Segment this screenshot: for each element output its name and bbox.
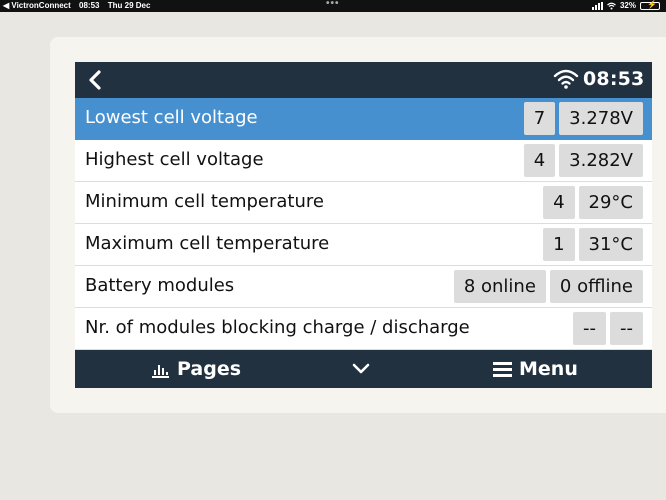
menu-label: Menu bbox=[519, 358, 578, 380]
list-item[interactable]: Lowest cell voltage 7 3.278V bbox=[75, 98, 652, 140]
row-value: -- bbox=[573, 312, 606, 345]
row-value: 29°C bbox=[578, 186, 643, 219]
multitasking-dots-icon[interactable]: ••• bbox=[326, 0, 340, 9]
row-label: Lowest cell voltage bbox=[85, 107, 258, 128]
settings-list: Lowest cell voltage 7 3.278V Highest cel… bbox=[75, 98, 652, 350]
wifi-icon bbox=[553, 69, 579, 89]
row-value: 31°C bbox=[578, 228, 643, 261]
menu-button[interactable]: Menu bbox=[493, 350, 578, 388]
row-value: 8 online bbox=[453, 270, 546, 303]
gx-device-screen: 08:53 Lowest cell voltage 7 3.278V Highe… bbox=[75, 62, 652, 388]
row-value: 7 bbox=[523, 102, 556, 135]
bar-chart-icon bbox=[152, 364, 169, 378]
charging-bolt-icon: ⚡ bbox=[647, 0, 657, 9]
pages-button[interactable]: Pages bbox=[151, 350, 241, 388]
back-to-app-link[interactable]: ◀ VictronConnect bbox=[3, 1, 71, 10]
header-clock: 08:53 bbox=[583, 68, 645, 90]
status-left: ◀ VictronConnect 08:53 Thu 29 Dec bbox=[3, 1, 156, 10]
scroll-down-button[interactable] bbox=[352, 350, 370, 388]
back-chevron-icon[interactable] bbox=[87, 70, 103, 90]
row-label: Nr. of modules blocking charge / dischar… bbox=[85, 317, 470, 338]
row-label: Minimum cell temperature bbox=[85, 191, 324, 212]
status-date: Thu 29 Dec bbox=[107, 1, 151, 10]
row-label: Highest cell voltage bbox=[85, 149, 264, 170]
list-item[interactable]: Maximum cell temperature 1 31°C bbox=[75, 224, 652, 266]
row-value: 1 bbox=[543, 228, 575, 261]
row-label: Maximum cell temperature bbox=[85, 233, 330, 254]
pages-label: Pages bbox=[177, 358, 242, 380]
row-value: 0 offline bbox=[549, 270, 643, 303]
screen-header: 08:53 bbox=[75, 62, 652, 98]
status-time: 08:53 bbox=[79, 1, 100, 10]
row-value: 3.282V bbox=[559, 144, 643, 177]
battery-percent: 32% bbox=[619, 1, 636, 10]
list-item[interactable]: Battery modules 8 online 0 offline bbox=[75, 266, 652, 308]
ios-status-bar: ◀ VictronConnect 08:53 Thu 29 Dec ••• 32… bbox=[0, 0, 666, 12]
battery-icon: ⚡ bbox=[640, 0, 660, 10]
list-item[interactable]: Highest cell voltage 4 3.282V bbox=[75, 140, 652, 182]
status-right: 32% ⚡ bbox=[591, 0, 660, 10]
screen-footer: Pages Menu bbox=[75, 350, 652, 388]
chevron-down-icon bbox=[352, 363, 370, 374]
row-value: 4 bbox=[543, 186, 575, 219]
row-value: 3.278V bbox=[559, 102, 643, 135]
row-label: Battery modules bbox=[85, 275, 235, 296]
list-item[interactable]: Minimum cell temperature 4 29°C bbox=[75, 182, 652, 224]
status-wifi-icon bbox=[607, 2, 616, 9]
row-value: 4 bbox=[523, 144, 556, 177]
hamburger-menu-icon bbox=[493, 362, 512, 377]
list-item[interactable]: Nr. of modules blocking charge / dischar… bbox=[75, 308, 652, 350]
row-value: -- bbox=[610, 312, 643, 345]
cellular-signal-icon bbox=[591, 1, 603, 10]
